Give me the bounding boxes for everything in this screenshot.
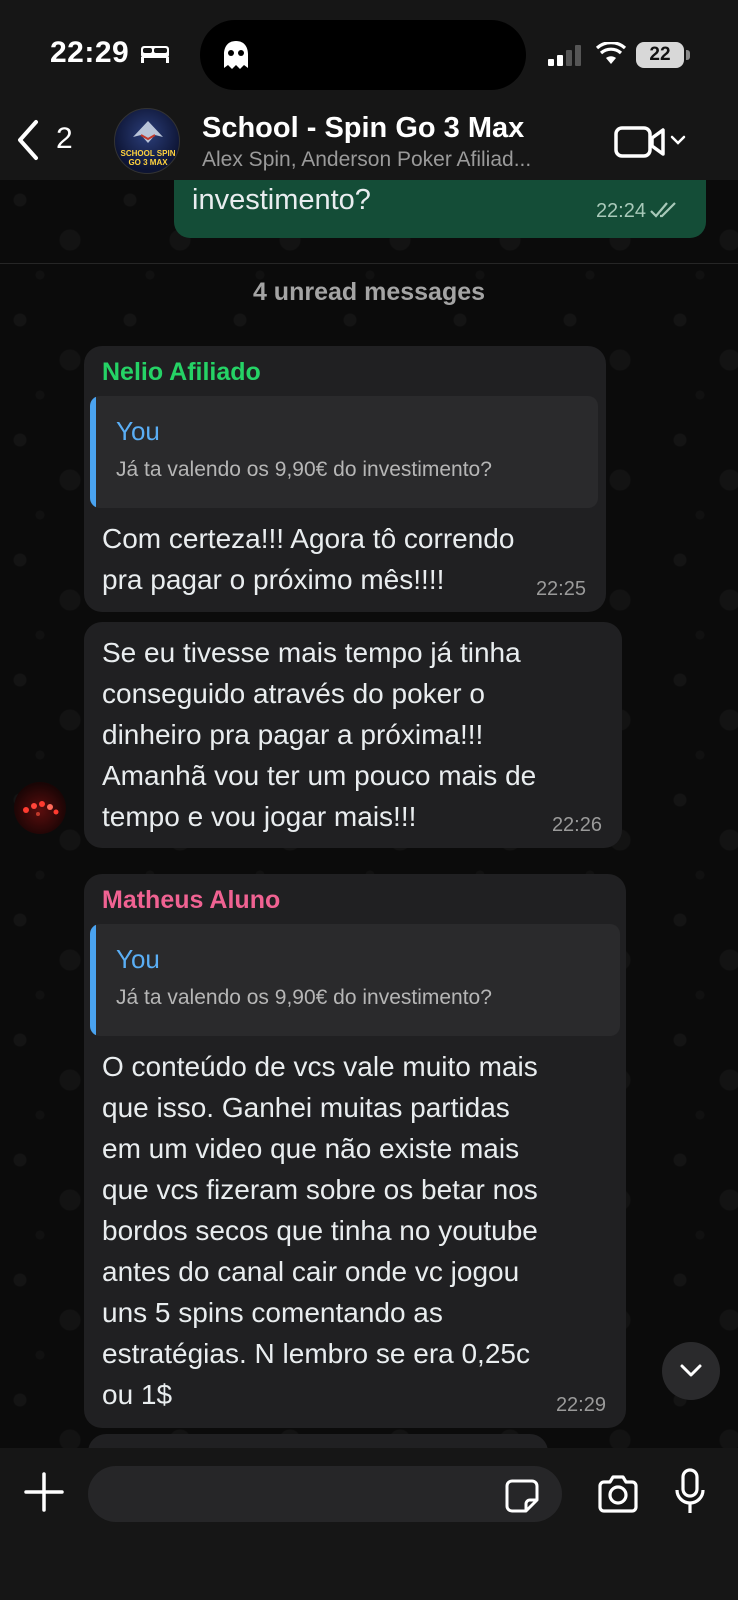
group-title[interactable]: School - Spin Go 3 Max bbox=[202, 112, 524, 145]
shark-logo-icon bbox=[133, 121, 163, 143]
message-input[interactable] bbox=[88, 1466, 562, 1522]
message-sender[interactable]: Matheus Aluno bbox=[102, 886, 280, 915]
wifi-icon bbox=[596, 42, 626, 64]
message-line: Amanhã vou ter um pouco mais de bbox=[102, 760, 537, 791]
quote-accent-bar bbox=[90, 924, 96, 1036]
message-line: em um video que não existe mais bbox=[102, 1133, 520, 1164]
quoted-message[interactable]: You Já ta valendo os 9,90€ do investimen… bbox=[90, 396, 598, 508]
incoming-message[interactable]: Matheus Aluno You Já ta valendo os 9,90€… bbox=[84, 874, 626, 1428]
status-bar: 22:29 22 bbox=[0, 0, 738, 104]
quote-accent-bar bbox=[90, 396, 96, 508]
avatar-logo-text: SCHOOL SPIN GO 3 MAX bbox=[120, 149, 176, 167]
outgoing-message[interactable]: investimento? 22:24 bbox=[174, 180, 706, 238]
video-call-icon[interactable] bbox=[614, 124, 666, 160]
sticker-icon[interactable] bbox=[504, 1478, 540, 1514]
back-unread-count[interactable]: 2 bbox=[56, 122, 73, 156]
avatar-image bbox=[23, 801, 59, 816]
chevron-down-icon[interactable] bbox=[670, 134, 686, 146]
message-time: 22:26 bbox=[551, 814, 602, 836]
sleep-focus-icon bbox=[141, 46, 169, 63]
cellular-signal-icon bbox=[548, 45, 581, 66]
message-line: ou 1$ bbox=[102, 1379, 173, 1410]
message-line: pra pagar o próximo mês!!!! bbox=[102, 564, 445, 595]
message-text: Com certeza!!! Agora tô correndo pra pag… bbox=[102, 518, 514, 600]
ghost-app-icon bbox=[224, 41, 248, 69]
unread-divider-line bbox=[0, 263, 738, 264]
message-line: que isso. Ganhei muitas partidas bbox=[102, 1092, 510, 1123]
status-time: 22:29 bbox=[50, 36, 130, 69]
message-text: O conteúdo de vcs vale muito mais que is… bbox=[102, 1046, 538, 1415]
message-line: Com certeza!!! Agora tô correndo bbox=[102, 523, 515, 554]
plus-icon[interactable] bbox=[24, 1472, 64, 1512]
scroll-to-bottom-button[interactable] bbox=[662, 1342, 720, 1400]
camera-icon[interactable] bbox=[596, 1474, 640, 1514]
message-line: dinheiro pra pagar a próxima!!! bbox=[102, 719, 484, 750]
message-line: conseguido através do poker o bbox=[102, 678, 485, 709]
incoming-message[interactable]: Nelio Afiliado You Já ta valendo os 9,90… bbox=[84, 346, 606, 612]
back-chevron-icon[interactable] bbox=[14, 118, 42, 162]
group-members[interactable]: Alex Spin, Anderson Poker Afiliad... bbox=[202, 148, 531, 172]
microphone-icon[interactable] bbox=[674, 1468, 706, 1516]
message-line: antes do canal cair onde vc jogou bbox=[102, 1256, 520, 1287]
message-line: tempo e vou jogar mais!!! bbox=[102, 801, 417, 832]
outgoing-message-time: 22:24 bbox=[595, 200, 646, 222]
message-line: uns 5 spins comentando as bbox=[102, 1297, 443, 1328]
message-time: 22:25 bbox=[535, 578, 586, 600]
message-line: bordos secos que tinha no youtube bbox=[102, 1215, 538, 1246]
chevron-down-icon bbox=[680, 1364, 702, 1377]
unread-messages-label: 4 unread messages bbox=[252, 278, 486, 306]
sender-avatar[interactable] bbox=[14, 782, 66, 834]
message-time: 22:29 bbox=[555, 1394, 606, 1416]
message-line: que vcs fizeram sobre os betar nos bbox=[102, 1174, 538, 1205]
outgoing-message-text: investimento? bbox=[192, 184, 371, 216]
message-text: Se eu tivesse mais tempo já tinha conseg… bbox=[102, 632, 536, 837]
quote-author: You bbox=[116, 944, 160, 974]
message-composer bbox=[0, 1448, 738, 1600]
quote-text: Já ta valendo os 9,90€ do investimento? bbox=[116, 986, 492, 1009]
group-avatar[interactable]: SCHOOL SPIN GO 3 MAX bbox=[114, 108, 180, 174]
battery-tip bbox=[686, 50, 690, 60]
message-line: estratégias. N lembro se era 0,25c bbox=[102, 1338, 530, 1369]
quoted-message[interactable]: You Já ta valendo os 9,90€ do investimen… bbox=[90, 924, 620, 1036]
battery-level: 22 bbox=[636, 42, 684, 68]
quote-author: You bbox=[116, 416, 160, 446]
message-line: Se eu tivesse mais tempo já tinha bbox=[102, 637, 521, 668]
message-sender[interactable]: Nelio Afiliado bbox=[102, 358, 261, 387]
chat-header: 2 SCHOOL SPIN GO 3 MAX School - Spin Go … bbox=[0, 104, 738, 180]
message-line: O conteúdo de vcs vale muito mais bbox=[102, 1051, 538, 1082]
quote-text: Já ta valendo os 9,90€ do investimento? bbox=[116, 458, 492, 481]
incoming-message[interactable]: Se eu tivesse mais tempo já tinha conseg… bbox=[84, 622, 622, 848]
double-check-icon bbox=[650, 202, 676, 218]
